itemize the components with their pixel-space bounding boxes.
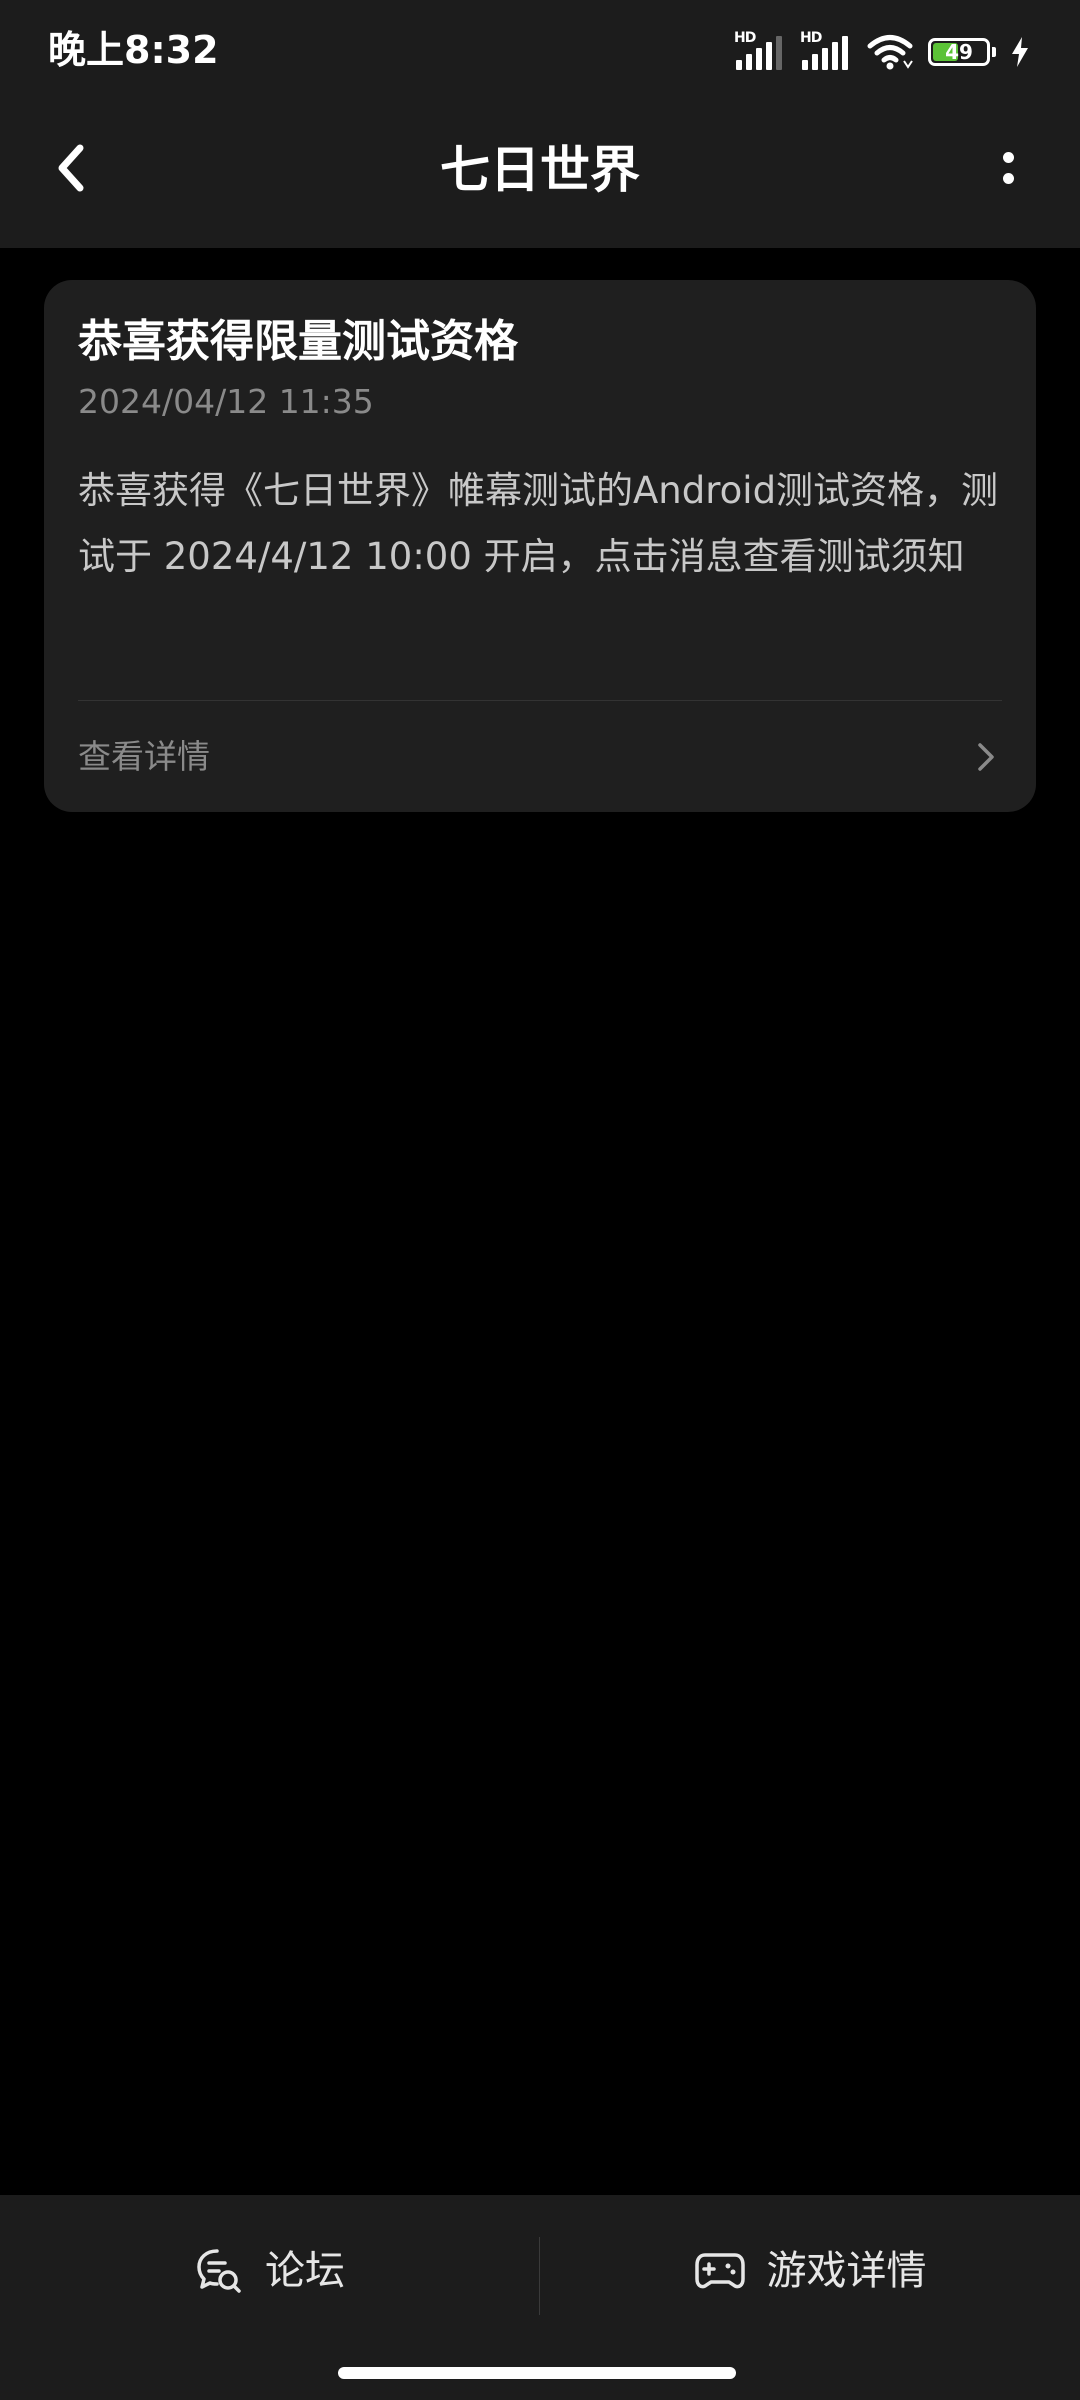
view-details-label: 查看详情: [78, 737, 210, 776]
forum-chat-icon: [197, 2249, 241, 2293]
tab-forum[interactable]: 论坛: [0, 2231, 540, 2311]
tab-game-details[interactable]: 游戏详情: [541, 2231, 1080, 2311]
signal-hd-icon: HD: [734, 30, 786, 72]
more-options-button[interactable]: [976, 136, 1040, 200]
page-title: 七日世界: [440, 141, 640, 199]
status-time: 晚上8:32: [48, 28, 219, 72]
status-icons: HD HD 49: [734, 30, 1030, 74]
screen: 晚上8:32 HD HD 49 七日世界 恭喜获得限量测试资格 2024/04/…: [0, 0, 1080, 2400]
signal-hd-icon: HD: [800, 30, 852, 72]
app-bar: 七日世界: [0, 100, 1080, 248]
charging-icon: [1012, 37, 1028, 67]
message-title: 恭喜获得限量测试资格: [78, 316, 518, 367]
home-indicator[interactable]: [338, 2367, 736, 2379]
wifi-icon: [867, 35, 913, 70]
status-bar: 晚上8:32 HD HD 49: [0, 0, 1080, 100]
battery-level: 49: [945, 40, 973, 64]
battery-icon: 49: [928, 38, 996, 66]
bottom-bar: 论坛 游戏详情: [0, 2195, 1080, 2400]
message-timestamp: 2024/04/12 11:35: [78, 382, 374, 421]
message-body: 恭喜获得《七日世界》帷幕测试的Android测试资格，测试于 2024/4/12…: [78, 469, 999, 578]
view-details-link[interactable]: 查看详情: [44, 701, 1036, 812]
more-vertical-icon-dot: [1002, 152, 1014, 163]
chevron-right-icon: [978, 743, 994, 771]
message-card[interactable]: 恭喜获得限量测试资格 2024/04/12 11:35 恭喜获得《七日世界》帷幕…: [44, 280, 1036, 812]
gamepad-icon: [694, 2253, 745, 2289]
bottom-divider: [539, 2237, 540, 2315]
more-vertical-icon-dot: [1002, 173, 1014, 184]
tab-forum-label: 论坛: [265, 2248, 345, 2294]
tab-game-details-label: 游戏详情: [766, 2248, 927, 2294]
